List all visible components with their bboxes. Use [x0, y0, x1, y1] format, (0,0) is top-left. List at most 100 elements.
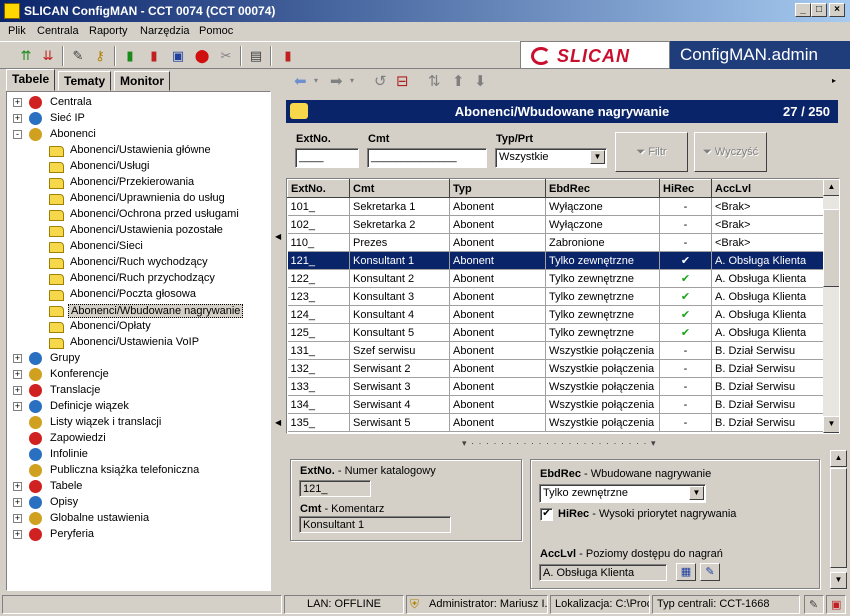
- table-cell[interactable]: Abonent: [449, 359, 546, 378]
- table-cell[interactable]: Abonent: [449, 251, 546, 270]
- tree-item[interactable]: Abonenci/Sieci: [7, 239, 269, 255]
- back-arrow-icon[interactable]: ⬅: [294, 72, 307, 90]
- tree-item[interactable]: Publiczna książka telefoniczna: [7, 463, 269, 479]
- table-cell[interactable]: -: [659, 197, 712, 216]
- filter-cmt-input[interactable]: ______________: [367, 148, 487, 168]
- tab-tabele[interactable]: Tabele: [6, 69, 56, 91]
- table-cell[interactable]: Prezes: [349, 233, 450, 252]
- table-row[interactable]: 101_ Sekretarka 1 Abonent Wyłączone - <Brak>: [287, 197, 824, 216]
- tree-item[interactable]: Listy wiązek i translacji: [7, 415, 269, 431]
- table-cell[interactable]: A. Obsługa Klienta: [711, 251, 824, 270]
- table-cell[interactable]: 101_: [287, 197, 350, 216]
- table-cell[interactable]: A. Obsługa Klienta: [711, 305, 824, 324]
- filter-grid-icon[interactable]: ⊟: [396, 72, 409, 90]
- table-cell[interactable]: 124_: [287, 305, 350, 324]
- tree-item[interactable]: + Grupy: [7, 351, 269, 367]
- table-row[interactable]: 133_ Serwisant 3 Abonent Wszystkie połączen…: [287, 377, 824, 396]
- table-cell[interactable]: Zabronione: [545, 233, 660, 252]
- expand-icon[interactable]: +: [13, 386, 22, 395]
- filter-button[interactable]: ⏷ Filtr: [615, 132, 688, 172]
- table-cell[interactable]: Sekretarka 2: [349, 215, 450, 234]
- forward-dropdown-icon[interactable]: ▾: [350, 76, 354, 85]
- table-cell[interactable]: <Brak>: [711, 197, 824, 216]
- tree-item[interactable]: Abonenci/Ustawienia VoIP: [7, 335, 269, 351]
- tree-item[interactable]: Abonenci/Ustawienia pozostałe: [7, 223, 269, 239]
- table-cell[interactable]: B. Dział Serwisu: [711, 395, 824, 414]
- minimize-button[interactable]: _: [795, 3, 811, 17]
- hirec-checkbox[interactable]: ✔: [540, 508, 553, 521]
- table-cell[interactable]: 133_: [287, 377, 350, 396]
- tree-item[interactable]: + Sieć IP: [7, 111, 269, 127]
- tree-item[interactable]: Abonenci/Ruch przychodzący: [7, 271, 269, 287]
- table-cell[interactable]: 132_: [287, 359, 350, 378]
- chevron-down-icon[interactable]: ▼: [689, 486, 704, 500]
- tree-item[interactable]: + Peryferia: [7, 527, 269, 543]
- table-cell[interactable]: 135_: [287, 413, 350, 432]
- report-icon[interactable]: ▤: [246, 46, 266, 66]
- scroll-down-icon[interactable]: ▼: [830, 572, 847, 589]
- table-cell[interactable]: Konsultant 5: [349, 323, 450, 342]
- records-grid[interactable]: ExtNo. Cmt Typ EbdRec HiRec AccLvl 101_ Sekret…: [286, 178, 840, 434]
- table-row[interactable]: 134_ Serwisant 4 Abonent Wszystkie połączen…: [287, 395, 824, 414]
- tree-item[interactable]: + Translacje: [7, 383, 269, 399]
- table-cell[interactable]: <Brak>: [711, 215, 824, 234]
- column-header[interactable]: HiRec: [659, 179, 712, 198]
- table-cell[interactable]: Wyłączone: [545, 215, 660, 234]
- table-cell[interactable]: Wszystkie połączenia: [545, 377, 660, 396]
- table-cell[interactable]: Tylko zewnętrzne: [545, 305, 660, 324]
- disconnect-icon[interactable]: ✂: [216, 46, 236, 66]
- detail-ebd-select[interactable]: Tylko zewnętrzne ▼: [539, 484, 706, 503]
- chevron-down-icon[interactable]: ▼: [590, 150, 605, 164]
- maximize-button[interactable]: □: [811, 3, 827, 17]
- table-cell[interactable]: Wszystkie połączenia: [545, 341, 660, 360]
- collapse-icon[interactable]: -: [13, 130, 22, 139]
- tree-item[interactable]: + Tabele: [7, 479, 269, 495]
- edit-mode-icon[interactable]: ✎: [804, 595, 824, 614]
- key-icon[interactable]: ⚷: [90, 46, 110, 66]
- tree-item[interactable]: + Opisy: [7, 495, 269, 511]
- column-header[interactable]: ExtNo.: [287, 179, 350, 198]
- menu-centrala[interactable]: Centrala: [37, 25, 79, 37]
- table-cell[interactable]: B. Dział Serwisu: [711, 341, 824, 360]
- table-cell[interactable]: Serwisant 2: [349, 359, 450, 378]
- table-cell[interactable]: Abonent: [449, 341, 546, 360]
- table-cell[interactable]: -: [659, 233, 712, 252]
- scroll-thumb[interactable]: [830, 468, 847, 568]
- table-cell[interactable]: 131_: [287, 341, 350, 360]
- column-header[interactable]: EbdRec: [545, 179, 660, 198]
- table-cell[interactable]: Tylko zewnętrzne: [545, 269, 660, 288]
- table-cell[interactable]: Sekretarka 1: [349, 197, 450, 216]
- table-cell[interactable]: Wszystkie połączenia: [545, 359, 660, 378]
- table-cell[interactable]: Abonent: [449, 395, 546, 414]
- table-cell[interactable]: Szef serwisu: [349, 341, 450, 360]
- tree-item[interactable]: + Globalne ustawienia: [7, 511, 269, 527]
- expand-icon[interactable]: +: [13, 498, 22, 507]
- table-cell[interactable]: <Brak>: [711, 233, 824, 252]
- table-cell[interactable]: B. Dział Serwisu: [711, 377, 824, 396]
- table-cell[interactable]: A. Obsługa Klienta: [711, 269, 824, 288]
- tree-item[interactable]: Abonenci/Opłaty: [7, 319, 269, 335]
- table-cell[interactable]: Abonent: [449, 197, 546, 216]
- tab-monitor[interactable]: Monitor: [114, 71, 170, 91]
- table-cell[interactable]: -: [659, 341, 712, 360]
- table-row[interactable]: 131_ Szef serwisu Abonent Wszystkie połącze…: [287, 341, 824, 360]
- table-cell[interactable]: Abonent: [449, 215, 546, 234]
- undo-icon[interactable]: ↺: [374, 72, 387, 90]
- collapse-left-icon[interactable]: ◀: [275, 418, 281, 427]
- table-cell[interactable]: 121_: [287, 251, 350, 270]
- table-cell[interactable]: -: [659, 413, 712, 432]
- calendar-grid-icon[interactable]: ▦: [676, 563, 696, 581]
- detail-cmt-field[interactable]: Konsultant 1: [299, 516, 451, 533]
- expand-icon[interactable]: +: [13, 530, 22, 539]
- table-cell[interactable]: ✔: [659, 305, 712, 324]
- tree-item[interactable]: Abonenci/Ochrona przed usługami: [7, 207, 269, 223]
- back-dropdown-icon[interactable]: ▾: [314, 76, 318, 85]
- table-cell[interactable]: Serwisant 3: [349, 377, 450, 396]
- tree-item[interactable]: Infolinie: [7, 447, 269, 463]
- splitter-handle[interactable]: ▾ · · · · · · · · · · · · · · · · · · · …: [462, 438, 656, 449]
- tree-item[interactable]: Abonenci/Poczta głosowa: [7, 287, 269, 303]
- table-cell[interactable]: 110_: [287, 233, 350, 252]
- table-cell[interactable]: ✔: [659, 269, 712, 288]
- table-cell[interactable]: Abonent: [449, 233, 546, 252]
- close-button[interactable]: ×: [829, 3, 845, 17]
